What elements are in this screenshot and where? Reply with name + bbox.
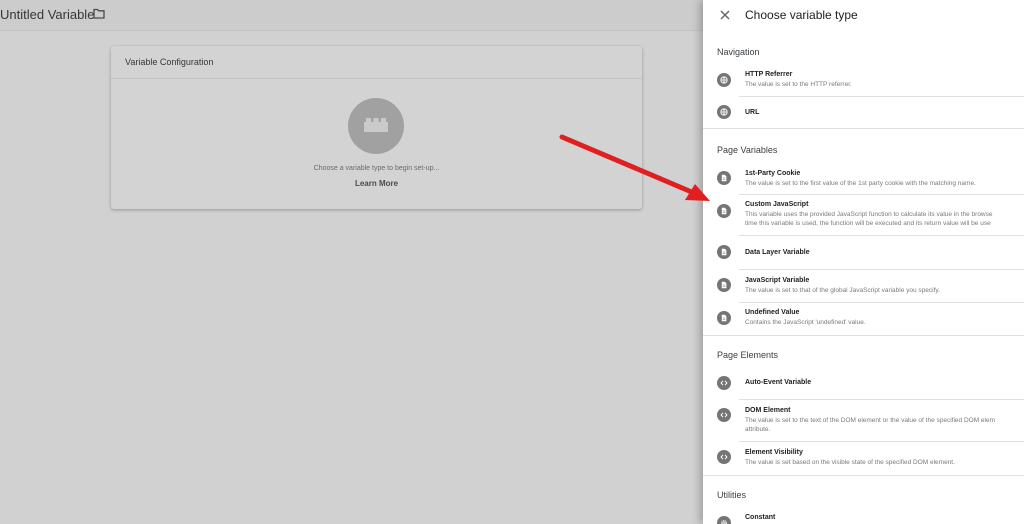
- item-name: 1st-Party Cookie: [745, 170, 801, 177]
- section-navigation: Navigation: [717, 47, 760, 57]
- variable-type-1st-party-cookie[interactable]: 1st-Party Cookie The value is set to the…: [703, 163, 1024, 194]
- item-name: Data Layer Variable: [745, 249, 810, 256]
- code-icon: [717, 408, 731, 422]
- section-divider: [703, 335, 1024, 336]
- variable-type-dom-element[interactable]: DOM Element The value is set to the text…: [703, 400, 1024, 441]
- section-page-variables: Page Variables: [717, 145, 778, 155]
- item-name: URL: [745, 109, 760, 116]
- globe-icon: [717, 73, 731, 87]
- item-description: The value is set to that of the global J…: [745, 287, 940, 294]
- item-name: Constant: [745, 514, 776, 521]
- item-description: The value is set based on the visible st…: [745, 459, 955, 466]
- section-divider: [703, 128, 1024, 129]
- variable-type-data-layer-variable[interactable]: Data Layer Variable: [703, 236, 1024, 269]
- document-icon: [717, 311, 731, 325]
- item-description-line-1: This variable uses the provided JavaScri…: [745, 211, 993, 218]
- variable-type-auto-event-variable[interactable]: Auto-Event Variable: [703, 368, 1024, 399]
- item-description: The value is set to the HTTP referrer.: [745, 81, 852, 88]
- variable-type-element-visibility[interactable]: Element Visibility The value is set base…: [703, 442, 1024, 475]
- choose-variable-type-panel: Choose variable type Navigation HTTP Ref…: [703, 0, 1024, 524]
- globe-icon: [717, 105, 731, 119]
- section-divider: [703, 475, 1024, 476]
- document-icon: [717, 171, 731, 185]
- variable-type-constant[interactable]: Constant: [703, 508, 1024, 524]
- variable-editor: Untitled Variable Variable Configuration…: [0, 0, 703, 524]
- item-description: The value is set to the first value of t…: [745, 180, 976, 187]
- item-description: Contains the JavaScript 'undefined' valu…: [745, 319, 866, 326]
- item-name: Auto-Event Variable: [745, 379, 812, 386]
- variable-type-http-referrer[interactable]: HTTP Referrer The value is set to the HT…: [703, 64, 1024, 97]
- item-description-line-2: time this variable is used, the function…: [745, 220, 991, 227]
- gear-icon: [717, 516, 731, 524]
- code-icon: [717, 450, 731, 464]
- close-icon[interactable]: [718, 8, 732, 22]
- document-icon: [717, 245, 731, 259]
- item-name: JavaScript Variable: [745, 277, 810, 284]
- item-name: Element Visibility: [745, 449, 803, 456]
- item-description-line-2: attribute.: [745, 426, 771, 433]
- variable-type-url[interactable]: URL: [703, 97, 1024, 128]
- overlay-scrim[interactable]: [0, 0, 703, 524]
- item-name: DOM Element: [745, 407, 791, 414]
- section-utilities: Utilities: [717, 490, 747, 500]
- document-icon: [717, 204, 731, 218]
- variable-type-undefined-value[interactable]: Undefined Value Contains the JavaScript …: [703, 303, 1024, 335]
- panel-title: Choose variable type: [745, 8, 858, 22]
- variable-type-javascript-variable[interactable]: JavaScript Variable The value is set to …: [703, 270, 1024, 302]
- code-icon: [717, 376, 731, 390]
- variable-type-custom-javascript[interactable]: Custom JavaScript This variable uses the…: [703, 195, 1024, 235]
- document-icon: [717, 278, 731, 292]
- section-page-elements: Page Elements: [717, 350, 779, 360]
- item-name: Custom JavaScript: [745, 201, 809, 208]
- item-name: Undefined Value: [745, 309, 800, 316]
- item-description-line-1: The value is set to the text of the DOM …: [745, 417, 996, 424]
- item-name: HTTP Referrer: [745, 71, 793, 78]
